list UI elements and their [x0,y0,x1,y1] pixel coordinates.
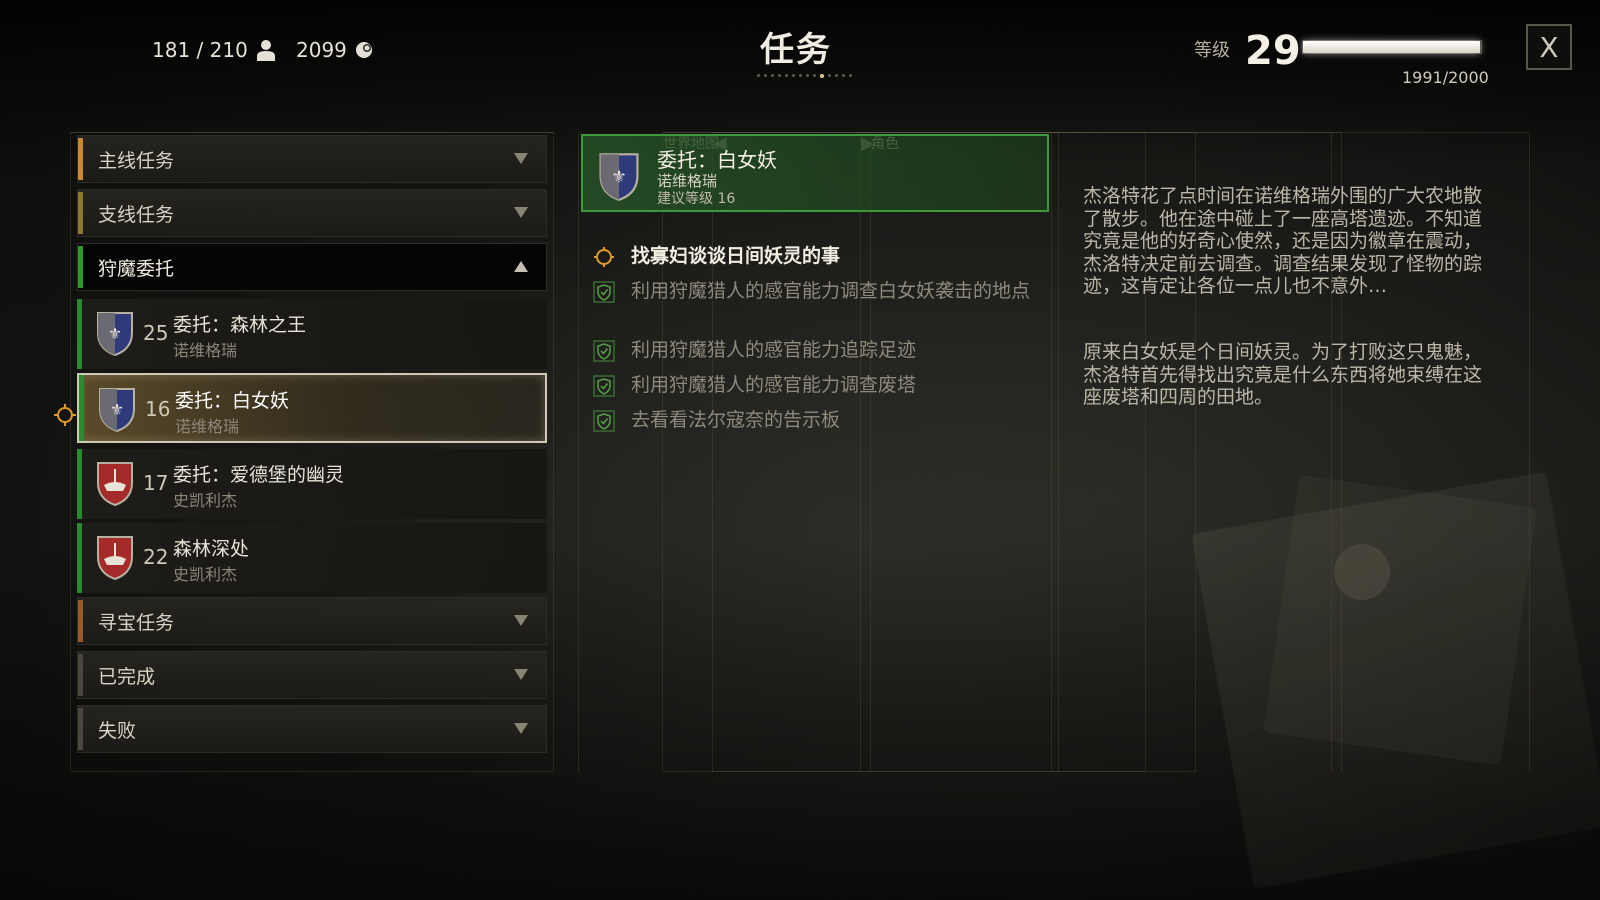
quest-level: 16 [145,397,171,421]
category-label: 寻宝任务 [98,611,175,634]
objective-item: 利用狩魔猎人的感官能力调查白女妖袭击的地点 [593,279,1033,304]
objective-text: 利用狩魔猎人的感官能力调查废塔 [631,374,917,396]
chevron-down-icon [514,615,528,626]
chevron-down-icon [514,723,528,734]
level-label: 等级 [1194,40,1230,61]
category-color-bar [78,192,83,234]
quest-color-bar [77,299,82,369]
top-bar: 181 / 210 2099 ◀ 任务 ▶ 世界地图 角色 等级 29 1991… [0,0,1600,772]
quest-color-bar [77,523,82,593]
category-treasure-hunts[interactable]: 寻宝任务 [77,597,547,645]
quest-location: 诺维格瑞 [175,417,240,436]
objective-item: 找寡妇谈谈日间妖灵的事 [593,244,1033,269]
quest-location: 诺维格瑞 [173,341,238,360]
objective-done-icon [593,410,615,432]
category-color-bar [78,654,83,696]
skellige-crest-icon [97,462,133,507]
quest-color-bar [77,449,82,519]
objective-done-icon [593,340,615,362]
level-value: 29 [1245,28,1301,74]
objective-text: 去看看法尔寇奈的告示板 [631,409,841,431]
xp-text: 1991/2000 [1402,68,1489,87]
inventory-weight: 181 / 210 [152,38,276,62]
objective-active-icon [594,247,614,267]
svg-text:⚜: ⚜ [110,400,124,419]
quest-level: 25 [143,321,169,345]
category-label: 失败 [98,719,137,742]
xp-bar [1302,40,1482,54]
weight-value: 181 / 210 [152,38,248,62]
description-paragraph: 杰洛特花了点时间在诺维格瑞外围的广大农地散了散步。他在途中碰上了一座高塔遗迹。不… [1083,185,1483,297]
quest-name: 委托：白女妖 [175,390,290,412]
category-failed[interactable]: 失败 [77,705,547,753]
chevron-down-icon [514,153,528,164]
velen-crest-icon: ⚜ [599,153,639,201]
quest-name: 森林深处 [173,538,250,560]
coin-value: 2099 [296,38,347,62]
velen-crest-icon: ⚜ [99,388,135,433]
category-main-quests[interactable]: 主线任务 [77,135,547,183]
category-witcher-contracts[interactable]: 狩魔委托 [77,243,547,291]
page-title: 任务 [760,30,832,70]
panel-page-dots [757,73,852,78]
quest-description-panel: 杰洛特花了点时间在诺维格瑞外围的广大农地散了散步。他在途中碰上了一座高塔遗迹。不… [1058,132,1530,772]
chevron-down-icon [514,669,528,680]
svg-text:⚜: ⚜ [611,168,627,188]
person-icon [256,39,276,61]
coin-counter: 2099 [296,38,375,62]
description-paragraph: 原来白女妖是个日间妖灵。为了打败这只鬼魅，杰洛特首先得找出究竟是什么东西将她束缚… [1083,341,1483,408]
objective-text: 利用狩魔猎人的感官能力追踪足迹 [631,339,917,361]
quest-item[interactable]: 22 森林深处 史凯利杰 [77,523,547,593]
chevron-down-icon [514,207,528,218]
objective-done-icon [593,281,615,303]
category-side-quests[interactable]: 支线任务 [77,189,547,237]
coin-icon [355,40,375,60]
category-color-bar [78,708,83,750]
tracked-quest-icon [54,404,76,426]
xp-bar-fill [1303,41,1481,53]
category-color-bar [78,138,83,180]
objective-text: 找寡妇谈谈日间妖灵的事 [631,245,841,267]
category-color-bar [78,600,83,642]
quest-list-panel: 主线任务 支线任务 狩魔委托 ⚜ 25 委托：森林之王 诺维格瑞 ⚜ 16 委托… [70,132,554,772]
quest-level: 22 [143,545,169,569]
selected-quest-recommended-level: 建议等级 16 [657,191,736,207]
chevron-up-icon [514,261,528,272]
category-label: 狩魔委托 [98,257,175,280]
quest-item[interactable]: 17 委托：爱德堡的幽灵 史凯利杰 [77,449,547,519]
quest-location: 史凯利杰 [173,491,238,510]
selected-quest-header: ⚜ 委托：白女妖 诺维格瑞 建议等级 16 [581,134,1049,212]
quest-name: 委托：森林之王 [173,314,307,336]
category-label: 主线任务 [98,149,175,172]
quest-location: 史凯利杰 [173,565,238,584]
quest-name: 委托：爱德堡的幽灵 [173,464,345,486]
velen-crest-icon: ⚜ [97,312,133,357]
category-color-bar [78,246,83,288]
objective-item: 利用狩魔猎人的感官能力追踪足迹 [593,338,1033,363]
category-completed[interactable]: 已完成 [77,651,547,699]
objective-item: 利用狩魔猎人的感官能力调查废塔 [593,373,1033,398]
skellige-crest-icon [97,536,133,581]
category-label: 已完成 [98,665,156,688]
category-label: 支线任务 [98,203,175,226]
objective-done-icon [593,375,615,397]
objective-item: 去看看法尔寇奈的告示板 [593,408,1033,433]
quest-objectives-panel: ⚜ 委托：白女妖 诺维格瑞 建议等级 16 找寡妇谈谈日间妖灵的事 利用狩魔猎人… [578,132,1052,772]
quest-item[interactable]: ⚜ 25 委托：森林之王 诺维格瑞 [77,299,547,369]
quest-item-selected[interactable]: ⚜ 16 委托：白女妖 诺维格瑞 [77,373,547,443]
quest-color-bar [79,375,84,441]
selected-quest-title: 委托：白女妖 [657,148,777,172]
quest-level: 17 [143,471,169,495]
close-button[interactable]: X [1526,24,1572,70]
objective-text: 利用狩魔猎人的感官能力调查白女妖袭击的地点 [631,280,1031,302]
svg-text:⚜: ⚜ [108,324,122,343]
